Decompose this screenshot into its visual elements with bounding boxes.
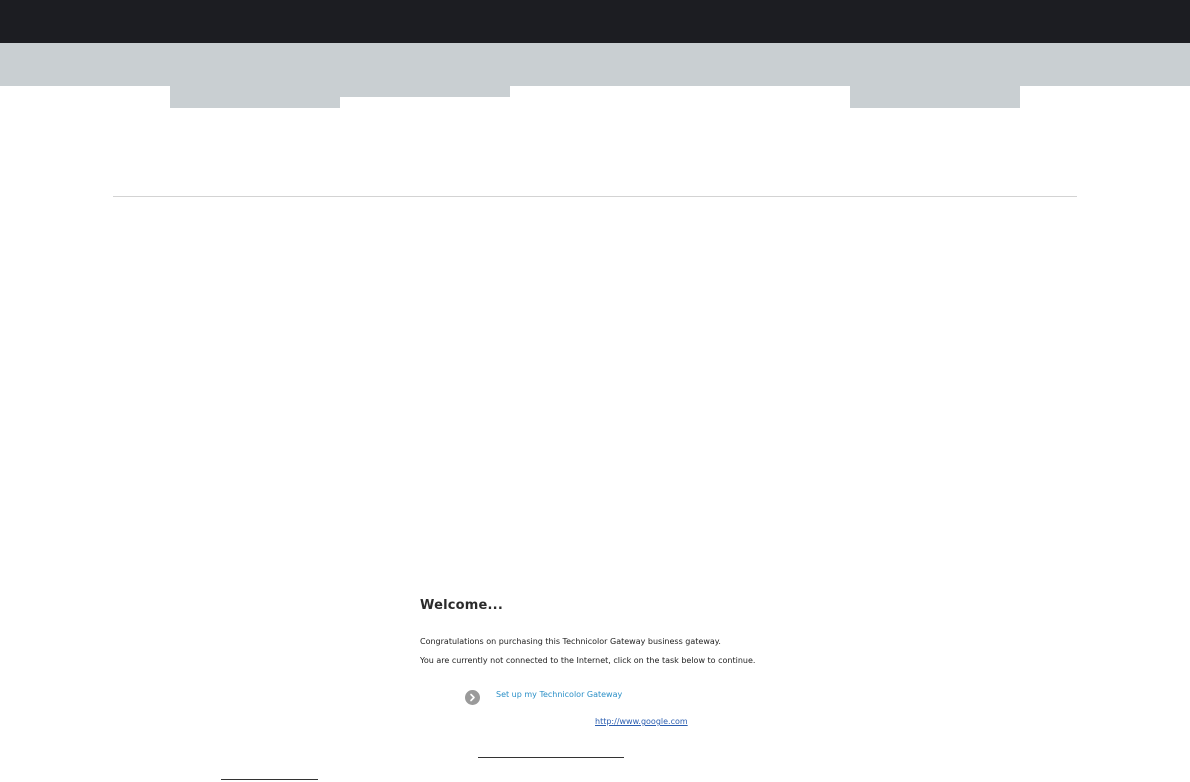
chevron-right-glyph [470,693,475,702]
top-header-bar [0,0,1190,43]
welcome-message-line-1: Congratulations on purchasing this Techn… [420,637,721,646]
welcome-message-line-2: You are currently not connected to the I… [420,656,756,665]
header-divider [113,196,1077,197]
navigation-band [0,43,1190,86]
setup-gateway-link[interactable]: Set up my Technicolor Gateway [496,690,622,699]
google-url-link[interactable]: http://www.google.com [595,717,688,726]
nav-tab-1[interactable] [170,86,340,108]
chevron-right-icon[interactable] [465,690,480,705]
underline-divider [478,757,624,758]
welcome-heading: Welcome... [420,598,503,613]
nav-tab-3[interactable] [850,86,1020,108]
underline-divider-left [221,779,318,780]
nav-tab-2[interactable] [340,86,510,97]
